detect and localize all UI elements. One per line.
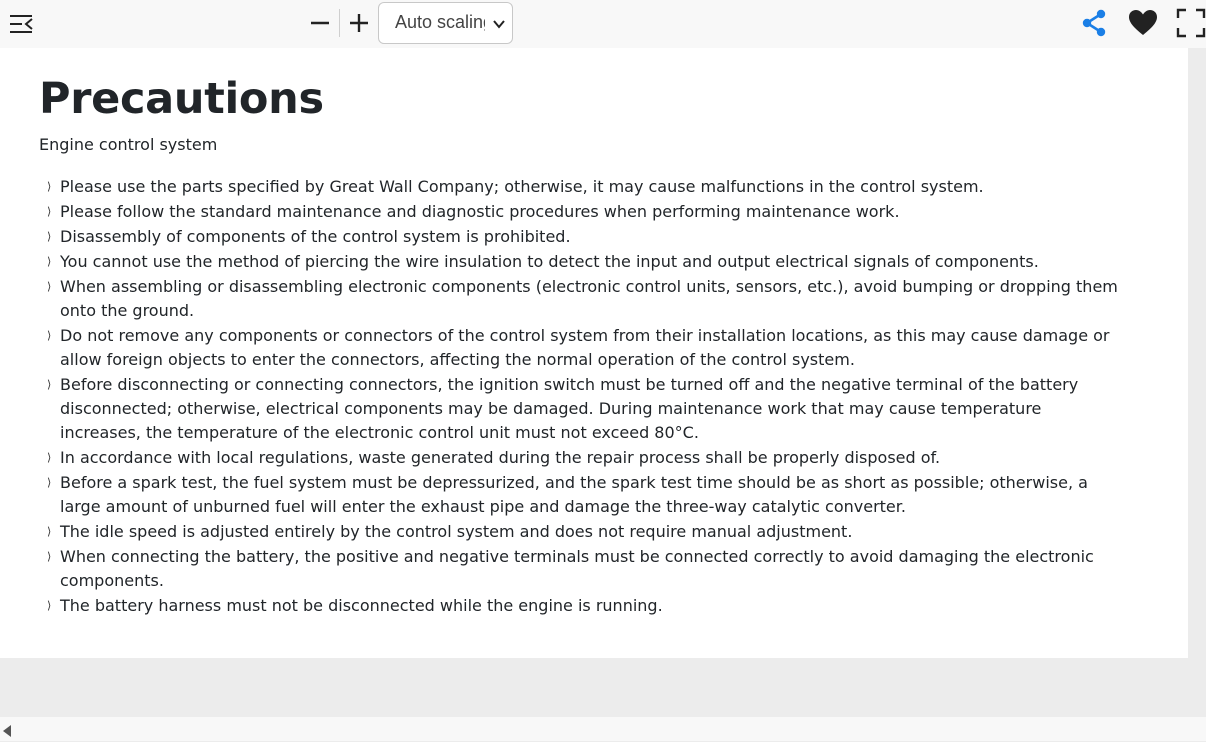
fullscreen-icon	[1176, 8, 1206, 38]
list-item-text: When connecting the battery, the positiv…	[60, 547, 1094, 590]
list-item: ⟩ Before disconnecting or connecting conn…	[47, 373, 1127, 445]
zoom-in-button[interactable]	[344, 8, 374, 38]
plus-icon	[350, 14, 368, 32]
list-marker-icon: ⟩	[47, 329, 52, 342]
favorite-button[interactable]	[1126, 6, 1160, 40]
list-item-text: In accordance with local regulations, wa…	[60, 448, 941, 467]
list-item-text: Before disconnecting or connecting conne…	[60, 375, 1079, 442]
list-item-text: Please use the parts specified by Great …	[60, 177, 984, 196]
list-marker-icon: ⟩	[47, 180, 52, 193]
list-item: ⟩ Do not remove any components or connect…	[47, 324, 1127, 372]
list-item: ⟩ Before a spark test, the fuel system mu…	[47, 471, 1127, 519]
viewer-toolbar: Auto scaling	[0, 0, 1206, 48]
zoom-scale-select[interactable]: Auto scaling	[378, 2, 513, 44]
list-marker-icon: ⟩	[47, 205, 52, 218]
chevron-down-icon	[492, 16, 506, 35]
list-marker-icon: ⟩	[47, 255, 52, 268]
list-item: ⟩ The battery harness must not be disconn…	[47, 594, 1127, 618]
list-marker-icon: ⟩	[47, 378, 52, 391]
zoom-scale-value: Auto scaling	[395, 12, 485, 32]
list-item-text: The idle speed is adjusted entirely by t…	[60, 522, 853, 541]
list-item: ⟩ Disassembly of components of the contro…	[47, 225, 1127, 249]
list-marker-icon: ⟩	[47, 599, 52, 612]
toolbar-separator	[339, 9, 340, 37]
scroll-left-arrow-icon[interactable]	[2, 723, 14, 737]
page-subtitle: Engine control system	[39, 135, 218, 154]
list-marker-icon: ⟩	[47, 476, 52, 489]
list-item: ⟩ Please use the parts specified by Great…	[47, 175, 1127, 199]
list-item: ⟩ The idle speed is adjusted entirely by …	[47, 520, 1127, 544]
list-item-text: Please follow the standard maintenance a…	[60, 202, 900, 221]
zoom-out-button[interactable]	[306, 8, 334, 38]
list-marker-icon: ⟩	[47, 550, 52, 563]
share-button[interactable]	[1077, 6, 1111, 40]
list-marker-icon: ⟩	[47, 525, 52, 538]
share-icon	[1082, 9, 1106, 37]
list-item-text: Before a spark test, the fuel system mus…	[60, 473, 1088, 516]
list-item-text: Do not remove any components or connecto…	[60, 326, 1110, 369]
fullscreen-button[interactable]	[1174, 6, 1206, 40]
list-item: ⟩ In accordance with local regulations, w…	[47, 446, 1127, 470]
list-item-text: When assembling or disassembling electro…	[60, 277, 1118, 320]
list-item: ⟩ When connecting the battery, the positi…	[47, 545, 1127, 593]
precautions-list: ⟩ Please use the parts specified by Great…	[47, 175, 1127, 619]
list-item: ⟩ You cannot use the method of piercing t…	[47, 250, 1127, 274]
list-item-text: You cannot use the method of piercing th…	[60, 252, 1039, 271]
list-marker-icon: ⟩	[47, 230, 52, 243]
sidebar-toggle-icon[interactable]	[6, 10, 36, 38]
list-item-text: Disassembly of components of the control…	[60, 227, 571, 246]
list-item-text: The battery harness must not be disconne…	[60, 596, 663, 615]
minus-icon	[311, 21, 329, 25]
page-title: Precautions	[39, 74, 324, 124]
list-marker-icon: ⟩	[47, 280, 52, 293]
heart-icon	[1129, 10, 1157, 35]
list-item: ⟩ Please follow the standard maintenance …	[47, 200, 1127, 224]
vertical-scrollbar[interactable]	[1188, 48, 1206, 717]
horizontal-scrollbar[interactable]	[0, 717, 1206, 741]
list-item: ⟩ When assembling or disassembling electr…	[47, 275, 1127, 323]
list-marker-icon: ⟩	[47, 451, 52, 464]
